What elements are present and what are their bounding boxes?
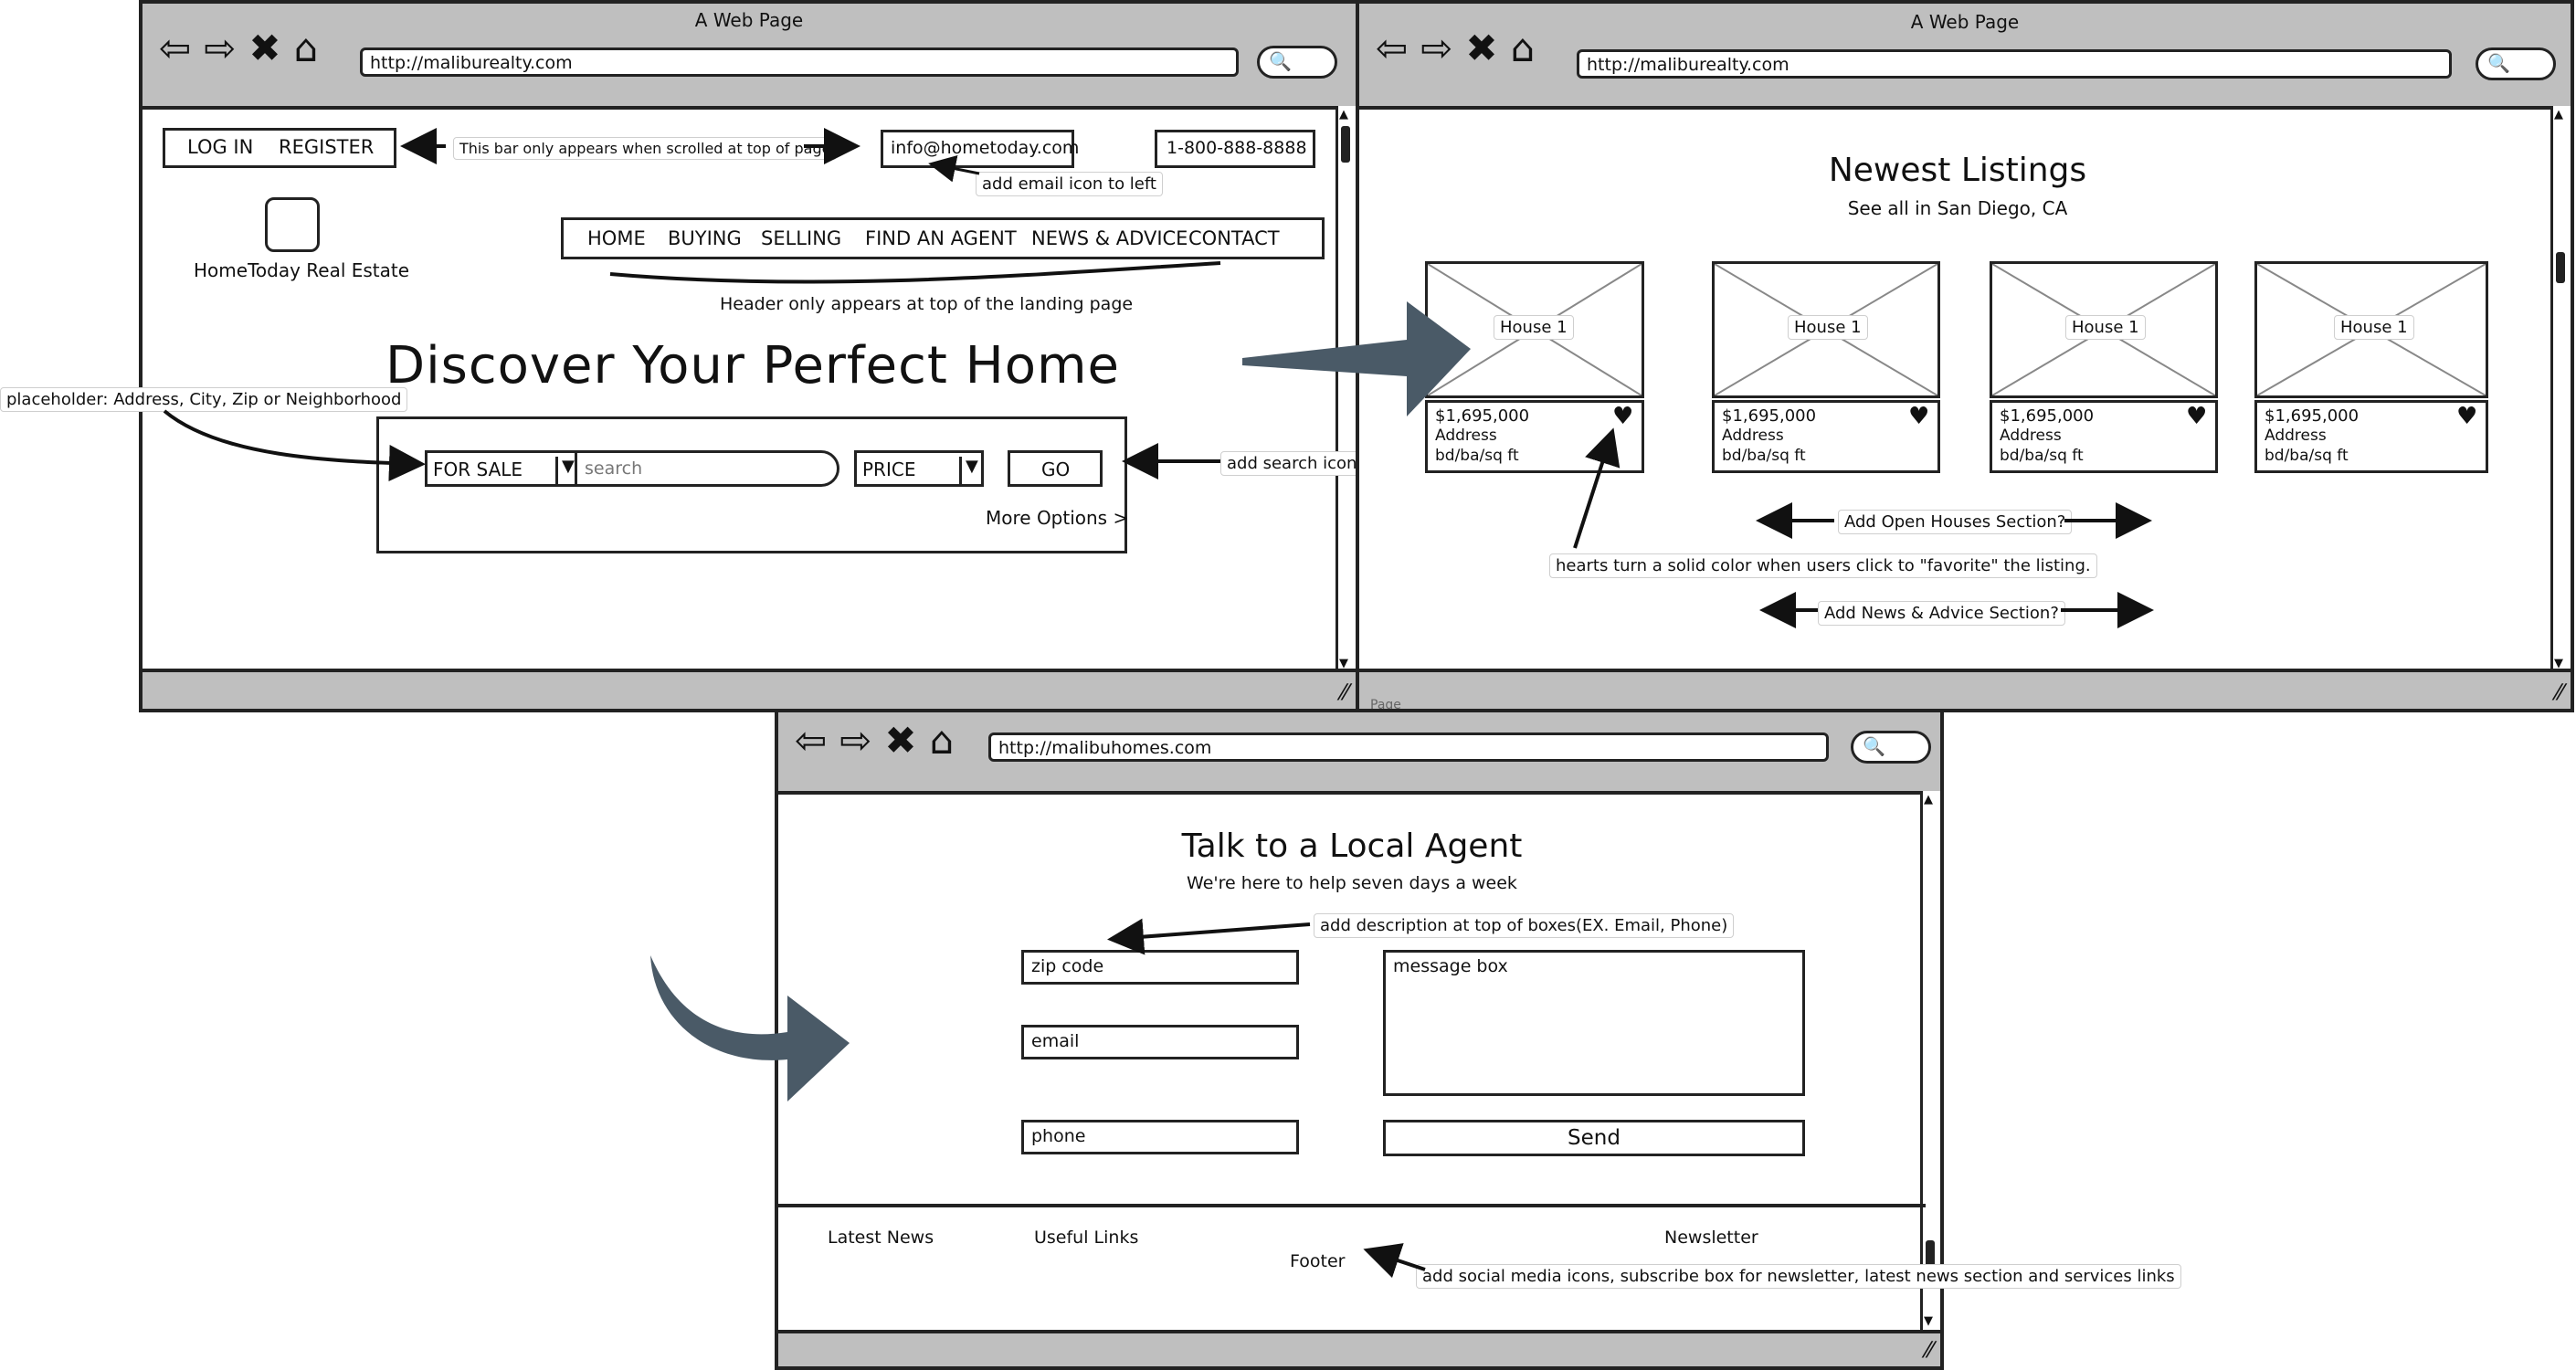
arrow-email-icon xyxy=(928,154,980,183)
arrow-hearts xyxy=(1573,427,1621,549)
arrow-placeholder xyxy=(163,409,426,482)
arrow-description xyxy=(1107,918,1311,955)
arrow-footer xyxy=(1363,1243,1426,1279)
big-arrow-to-listings xyxy=(1242,301,1471,416)
header-brace xyxy=(609,261,1221,284)
big-arrow-to-contact xyxy=(650,955,850,1101)
annotation-arrows xyxy=(163,128,2154,1279)
